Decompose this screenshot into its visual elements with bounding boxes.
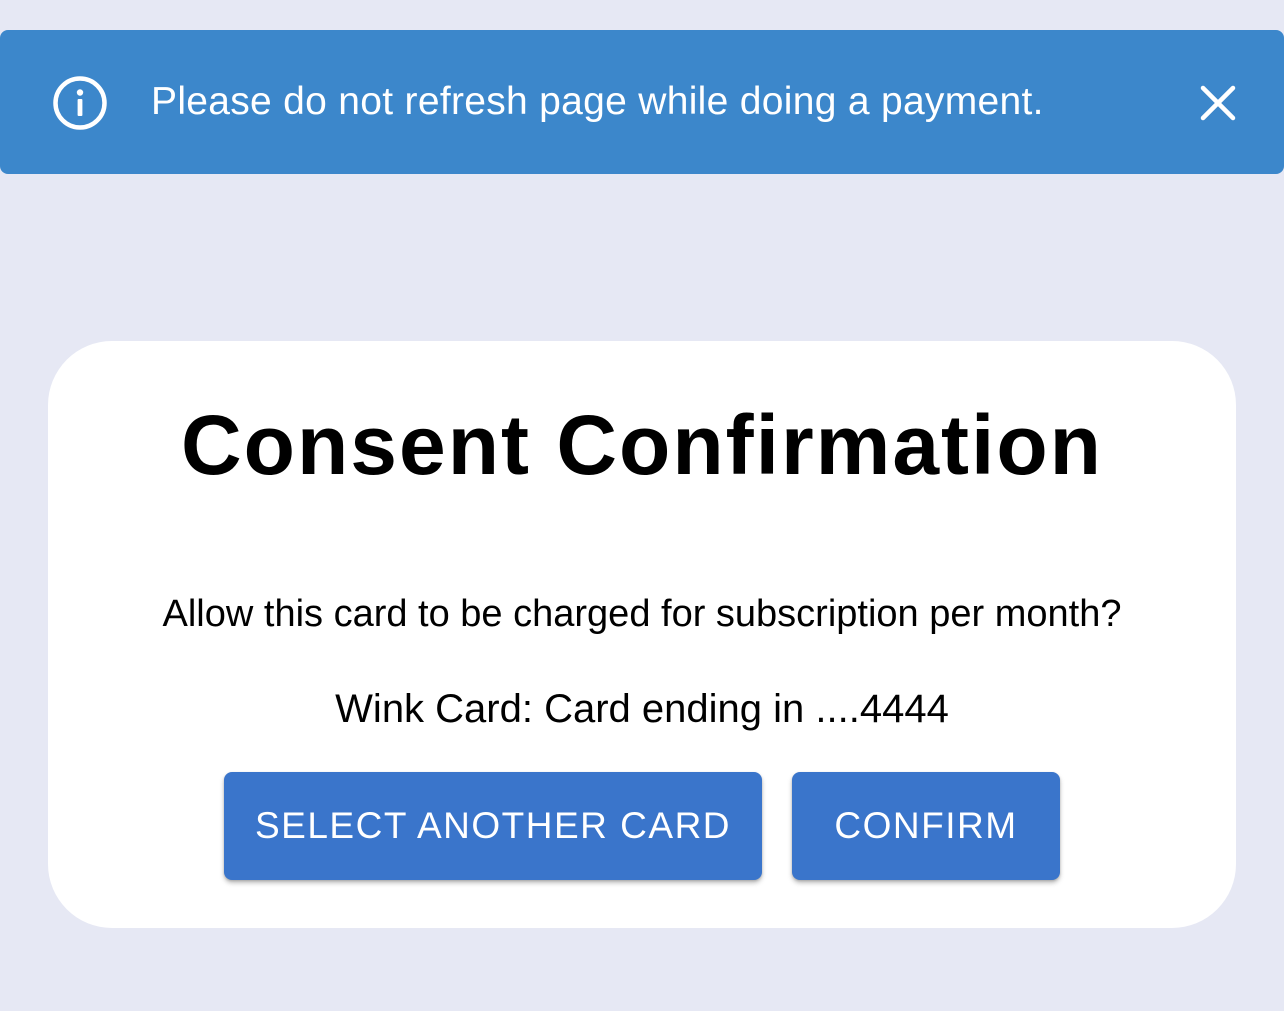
selected-card-info: Wink Card: Card ending in ....4444 [335, 687, 949, 731]
payment-warning-banner: Please do not refresh page while doing a… [0, 30, 1284, 174]
dialog-title: Consent Confirmation [181, 398, 1103, 492]
consent-question: Allow this card to be charged for subscr… [162, 593, 1122, 635]
banner-message: Please do not refresh page while doing a… [151, 80, 1044, 123]
select-another-card-button[interactable]: SELECT ANOTHER CARD [224, 772, 762, 880]
close-icon[interactable] [1193, 78, 1243, 128]
info-circle-icon [53, 76, 107, 130]
confirm-button[interactable]: CONFIRM [792, 772, 1060, 880]
